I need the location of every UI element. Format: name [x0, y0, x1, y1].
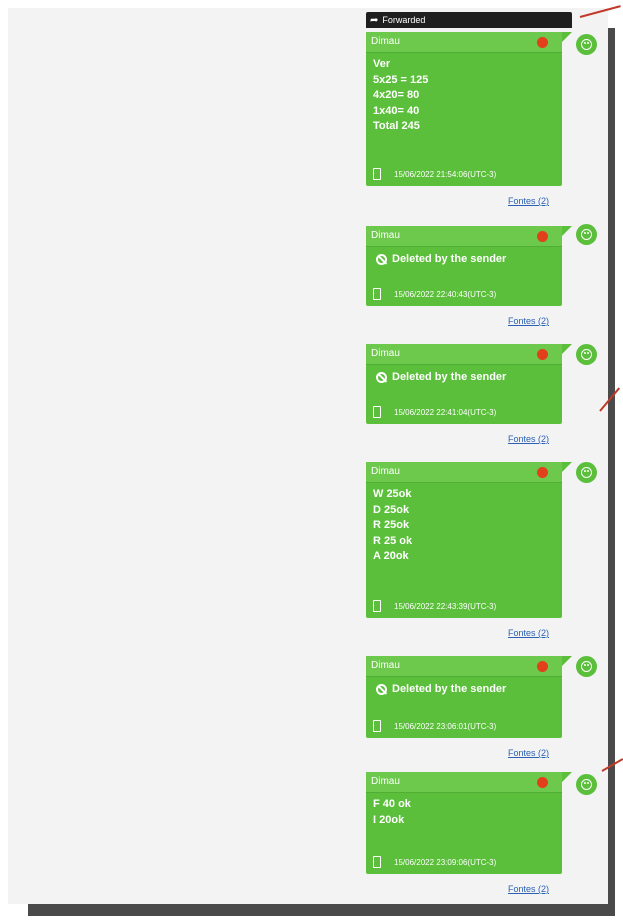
message-bubble[interactable]: Dimau Deleted by the sender 15/06/2022 2…	[366, 226, 572, 306]
avatar	[576, 344, 597, 365]
sources-link[interactable]: Fontes (2)	[508, 196, 549, 206]
phone-icon	[373, 600, 381, 612]
bubble-tail	[562, 462, 572, 472]
user-icon	[581, 779, 592, 790]
deleted-notice: Deleted by the sender	[366, 365, 562, 383]
ban-icon	[376, 371, 387, 383]
forwarded-label: Forwarded	[382, 15, 426, 25]
message-header: Dimau	[366, 344, 562, 365]
phone-icon	[373, 720, 381, 732]
forwarded-banner: ➦ Forwarded	[366, 12, 572, 28]
message-timestamp: 15/06/2022 22:41:04(UTC-3)	[394, 407, 497, 417]
ban-icon	[376, 683, 387, 695]
message-header: Dimau	[366, 656, 562, 677]
ban-icon	[376, 253, 387, 265]
status-dot-icon	[537, 777, 548, 788]
message-timestamp: 15/06/2022 23:09:06(UTC-3)	[394, 857, 497, 867]
message-header: Dimau	[366, 772, 562, 793]
sources-link[interactable]: Fontes (2)	[508, 628, 549, 638]
status-dot-icon	[537, 467, 548, 478]
bubble-tail	[562, 344, 572, 354]
avatar	[576, 656, 597, 677]
message-timestamp: 15/06/2022 21:54:06(UTC-3)	[394, 169, 497, 179]
message-line: Total 245	[373, 120, 420, 132]
message-line: 5x25 = 125	[373, 73, 429, 86]
message-timestamp: 15/06/2022 22:40:43(UTC-3)	[394, 289, 497, 299]
phone-icon	[373, 168, 381, 180]
message-header: Dimau	[366, 32, 562, 53]
message-bubble[interactable]: Dimau Deleted by the sender 15/06/2022 2…	[366, 344, 572, 424]
message-text: F 40 ok I 20ok	[366, 793, 562, 828]
sender-name: Dimau	[371, 36, 400, 47]
message-timestamp: 15/06/2022 22:43:39(UTC-3)	[394, 601, 497, 611]
phone-icon	[373, 288, 381, 300]
message-bubble[interactable]: Dimau Deleted by the sender 15/06/2022 2…	[366, 656, 572, 738]
user-icon	[581, 349, 592, 360]
avatar	[576, 462, 597, 483]
avatar	[576, 224, 597, 245]
message-line: Ver	[373, 58, 391, 70]
bubble-tail	[562, 656, 572, 666]
sender-name: Dimau	[371, 230, 400, 241]
forward-arrow-icon: ➦	[370, 15, 379, 26]
deleted-notice: Deleted by the sender	[366, 677, 562, 695]
message-text: W 25ok D 25ok R 25ok R 25 ok A 20ok	[366, 483, 562, 565]
user-icon	[581, 661, 592, 672]
sender-name: Dimau	[371, 660, 400, 671]
deleted-text: Deleted by the sender	[392, 253, 507, 265]
message-line: 4x20= 80	[373, 89, 420, 101]
phone-icon	[373, 856, 381, 868]
user-icon	[581, 39, 592, 50]
message-footer: 15/06/2022 23:06:01(UTC-3)	[373, 720, 496, 732]
message-footer: 15/06/2022 22:43:39(UTC-3)	[373, 600, 496, 612]
deleted-text: Deleted by the sender	[392, 371, 507, 383]
avatar	[576, 34, 597, 55]
message-line: I 20ok	[373, 813, 405, 826]
message-bubble[interactable]: Dimau Ver 5x25 = 125 4x20= 80 1x40= 40 T…	[366, 32, 572, 186]
user-icon	[581, 229, 592, 240]
sources-link[interactable]: Fontes (2)	[508, 748, 549, 758]
message-line: R 25 ok	[373, 534, 413, 547]
message-bubble[interactable]: Dimau W 25ok D 25ok R 25ok R 25 ok A 20o…	[366, 462, 572, 618]
status-dot-icon	[537, 661, 548, 672]
message-line: F 40 ok	[373, 798, 411, 810]
message-text: Ver 5x25 = 125 4x20= 80 1x40= 40 Total 2…	[366, 53, 562, 135]
sources-link[interactable]: Fontes (2)	[508, 434, 549, 444]
message-bubble[interactable]: Dimau F 40 ok I 20ok 15/06/2022 23:09:06…	[366, 772, 572, 874]
message-line: D 25ok	[373, 503, 410, 516]
status-dot-icon	[537, 37, 548, 48]
bubble-tail	[562, 772, 572, 782]
bubble-tail	[562, 226, 572, 236]
bubble-tail	[562, 32, 572, 42]
message-footer: 15/06/2022 22:41:04(UTC-3)	[373, 406, 496, 418]
sources-link[interactable]: Fontes (2)	[508, 316, 549, 326]
sender-name: Dimau	[371, 348, 400, 359]
sources-link[interactable]: Fontes (2)	[508, 884, 549, 894]
message-header: Dimau	[366, 462, 562, 483]
message-footer: 15/06/2022 22:40:43(UTC-3)	[373, 288, 496, 300]
phone-icon	[373, 406, 381, 418]
deleted-text: Deleted by the sender	[392, 683, 507, 695]
sender-name: Dimau	[371, 776, 400, 787]
message-footer: 15/06/2022 23:09:06(UTC-3)	[373, 856, 496, 868]
user-icon	[581, 467, 592, 478]
message-line: 1x40= 40	[373, 104, 420, 117]
message-line: A 20ok	[373, 550, 409, 562]
status-dot-icon	[537, 231, 548, 242]
deleted-notice: Deleted by the sender	[366, 247, 562, 265]
message-line: R 25ok	[373, 519, 410, 531]
message-footer: 15/06/2022 21:54:06(UTC-3)	[373, 168, 496, 180]
message-line: W 25ok	[373, 488, 412, 500]
avatar	[576, 774, 597, 795]
message-timestamp: 15/06/2022 23:06:01(UTC-3)	[394, 721, 497, 731]
status-dot-icon	[537, 349, 548, 360]
message-header: Dimau	[366, 226, 562, 247]
sender-name: Dimau	[371, 466, 400, 477]
